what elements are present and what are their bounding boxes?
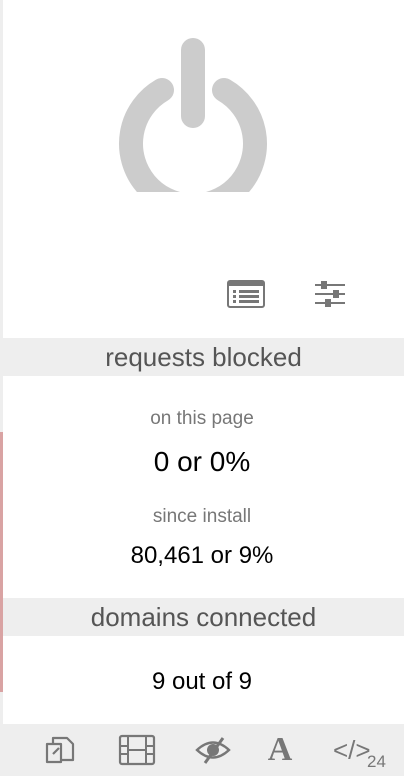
power-icon	[119, 38, 267, 218]
since-install-value: 80,461 or 9%	[130, 542, 274, 569]
popups-icon	[45, 736, 75, 764]
domains-connected-header: domains connected	[3, 598, 404, 636]
cosmetic-filter-toggle[interactable]	[191, 732, 235, 768]
panel: requests blocked on this page 0 or 0% si…	[0, 0, 404, 776]
sliders-icon	[315, 281, 345, 307]
scripts-icon: </>	[333, 734, 371, 765]
list-icon	[227, 280, 265, 308]
requests-blocked-header: requests blocked	[3, 338, 404, 376]
since-install-label: since install	[152, 506, 252, 527]
on-this-page-label: on this page	[150, 408, 254, 429]
remote-fonts-icon: A	[267, 731, 293, 768]
power-button[interactable]	[116, 32, 270, 218]
control-icons	[226, 276, 350, 312]
edge-strip	[0, 0, 3, 776]
logger-button[interactable]	[226, 276, 266, 312]
media-icon	[118, 734, 156, 766]
cosmetic-filter-icon	[195, 737, 231, 764]
popups-toggle[interactable]	[41, 732, 81, 768]
on-this-page-value: 0 or 0%	[153, 446, 251, 477]
bottom-toolbar: A </> 24	[3, 724, 404, 776]
scripts-count: 24	[367, 752, 386, 771]
scripts-toggle[interactable]: </> 24	[333, 732, 393, 772]
remote-fonts-toggle[interactable]: A	[265, 731, 295, 768]
media-toggle[interactable]	[115, 732, 159, 768]
settings-button[interactable]	[310, 276, 350, 312]
domains-connected-value: 9 out of 9	[151, 668, 253, 695]
